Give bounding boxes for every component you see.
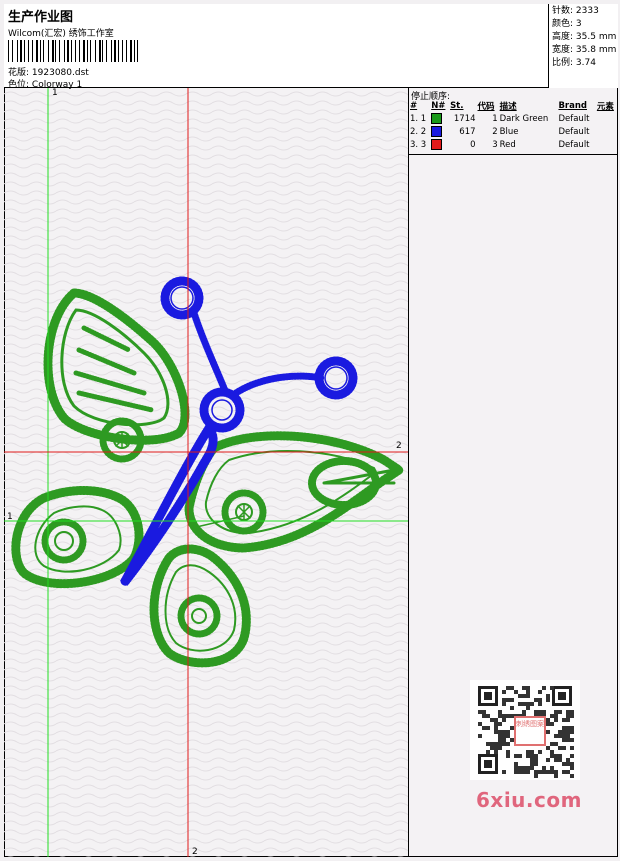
col-description: 描述: [499, 102, 517, 112]
row-brand: Default: [558, 139, 590, 150]
col-code: 代码: [477, 102, 495, 112]
site-watermark: 6xiu.com: [476, 788, 582, 812]
row-swatch: [430, 138, 449, 151]
row-brand: Default: [558, 113, 590, 124]
color-table-header: # N# St. 代码 描述 Brand 元素: [409, 100, 618, 112]
color-swatch: [431, 139, 443, 150]
row-stitches: 0: [470, 139, 476, 150]
col-element: 元素: [596, 102, 614, 112]
row-code: 3: [492, 139, 498, 150]
row-brand: Default: [558, 126, 590, 137]
row-element: [596, 112, 618, 125]
col-stitches: St.: [450, 101, 464, 111]
row-stitches: 617: [459, 126, 476, 137]
stats-box: 针数: 2333 颜色: 3 高度: 35.5 mm 宽度: 35.8 mm 比…: [548, 4, 618, 88]
table-divider: [409, 154, 618, 155]
axis-label-left-green: 1: [7, 512, 13, 522]
row-stitches: 1714: [453, 113, 476, 124]
col-index: #: [410, 101, 418, 111]
color-row: 2. 2 617 2 Blue Default: [409, 125, 618, 138]
row-index: 2. 2: [410, 126, 427, 137]
row-element: [596, 138, 618, 151]
row-code: 2: [492, 126, 498, 137]
col-number: N#: [431, 101, 446, 111]
row-description: Dark Green: [499, 113, 549, 124]
qr-code-icon: 刺绣图案: [470, 680, 580, 780]
row-index: 3. 3: [410, 139, 427, 150]
axis-label-right-red: 2: [396, 441, 402, 451]
col-brand: Brand: [558, 101, 587, 111]
page-title: 生产作业图: [8, 10, 74, 25]
seal-stamp: 刺绣图案: [514, 716, 546, 746]
color-swatch: [431, 113, 443, 124]
axis-label-top-green: 1: [52, 88, 58, 98]
stat-height: 高度: 35.5 mm: [552, 32, 617, 42]
row-description: Blue: [499, 126, 519, 137]
row-swatch: [430, 112, 449, 125]
row-index: 1. 1: [410, 113, 427, 124]
row-description: Red: [499, 139, 516, 150]
color-table: # N# St. 代码 描述 Brand 元素 1. 1 1714 1 Dark Gr…: [409, 100, 618, 151]
stat-scale: 比例: 3.74: [552, 58, 596, 68]
stat-width: 宽度: 35.8 mm: [552, 45, 617, 55]
header: 生产作业图 Wilcom(汇宏) 绣饰工作室 花版: 1923080.dst 色…: [4, 4, 618, 90]
studio-name: Wilcom(汇宏) 绣饰工作室: [8, 29, 114, 39]
embroidery-preview: [4, 88, 408, 857]
stat-colors: 颜色: 3: [552, 19, 582, 29]
color-swatch: [431, 126, 443, 137]
color-row: 1. 1 1714 1 Dark Green Default: [409, 112, 618, 125]
axis-label-bottom-red: 2: [192, 847, 198, 857]
color-row: 3. 3 0 3 Red Default: [409, 138, 618, 151]
row-swatch: [430, 125, 449, 138]
design-canvas: 1 1 2 2: [4, 88, 409, 857]
row-element: [596, 125, 618, 138]
barcode-icon: [8, 40, 138, 62]
stat-stitches: 针数: 2333: [552, 6, 599, 16]
row-code: 1: [492, 113, 498, 124]
